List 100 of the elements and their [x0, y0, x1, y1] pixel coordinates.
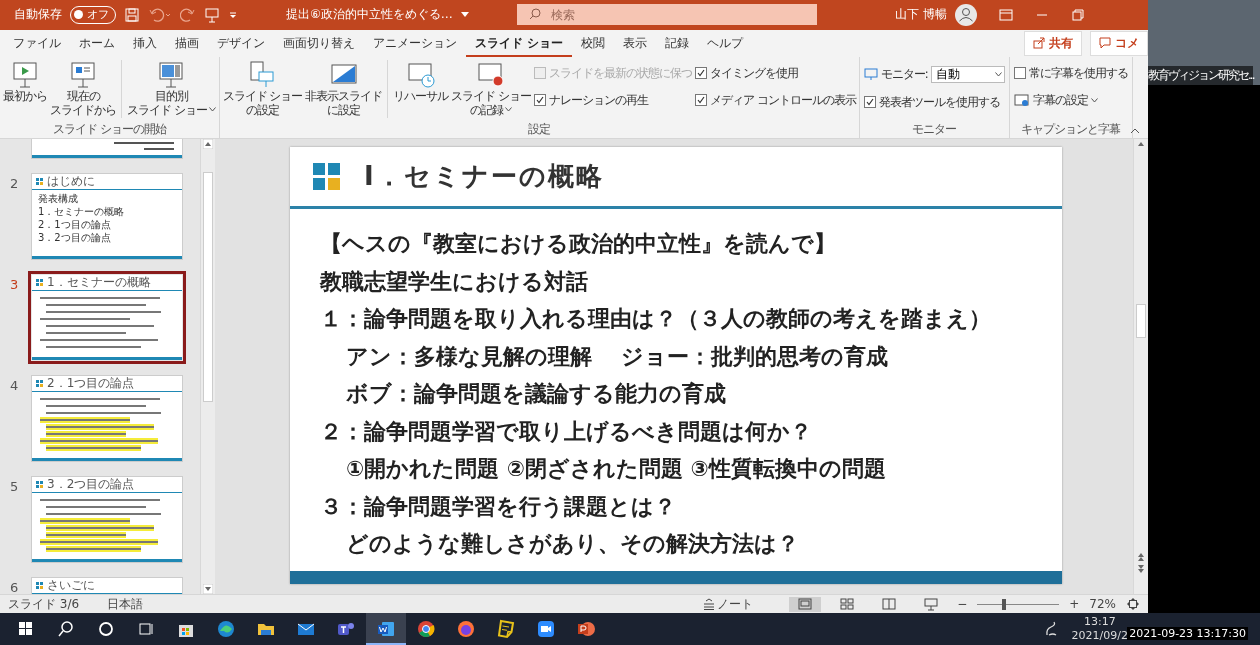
collapse-ribbon-icon[interactable] — [1130, 127, 1140, 134]
ribbon-button[interactable]: 最初から — [2, 59, 48, 122]
clock[interactable]: 13:17 2021/09/2 — [1071, 615, 1128, 643]
comment-icon — [1099, 37, 1111, 50]
customize-caret-icon[interactable] — [228, 9, 238, 20]
word-icon[interactable] — [366, 613, 406, 645]
slide-text: ①開かれた問題 ②閉ざされた問題 ③性質転換中の問題 — [345, 455, 887, 483]
slide-thumbnail[interactable]: 2．1つ目の論点 — [32, 376, 182, 461]
ribbon-button[interactable]: リハーサル — [392, 59, 450, 122]
checkbox-label: スライドを最新の状態に保つ — [548, 65, 692, 81]
ribbon-tab[interactable]: デザイン — [208, 29, 274, 57]
zoom-in-button[interactable]: + — [1069, 597, 1080, 611]
caret-icon — [505, 106, 513, 112]
ribbon-tab[interactable]: 画面切り替え — [274, 29, 364, 57]
group-label: モニター — [912, 122, 957, 138]
ribbon-tab[interactable]: 記録 — [656, 29, 699, 57]
avatar-icon[interactable] — [954, 3, 977, 26]
subtitle-settings-icon — [1013, 93, 1030, 107]
checkbox-label: メディア コントロールの表示 — [709, 92, 856, 108]
comment-button[interactable]: コメ — [1090, 30, 1148, 56]
fit-to-window-icon[interactable] — [1126, 597, 1140, 611]
participant-name: 教育ヴィジョン研究セ... — [1148, 66, 1254, 85]
slide-logo-icon — [36, 481, 43, 488]
play-current-slide-icon — [68, 59, 98, 88]
pen-icon[interactable] — [1043, 621, 1058, 637]
scrollbar-thumb[interactable] — [1136, 304, 1146, 338]
ribbon-tab[interactable]: ホーム — [70, 29, 124, 57]
checkbox[interactable] — [694, 67, 707, 80]
ribbon-display-icon[interactable] — [998, 8, 1013, 21]
ribbon-tab[interactable]: アニメーション — [364, 29, 466, 57]
slide-counter: スライド 3/6 — [8, 595, 80, 613]
caret-icon — [208, 106, 216, 112]
thumbnail-text: 1．セミナーの概略 — [38, 205, 126, 218]
caret-icon[interactable] — [460, 11, 469, 18]
group-label: 設定 — [528, 122, 551, 138]
slide-logo-icon — [36, 279, 43, 286]
checkbox[interactable] — [863, 96, 876, 109]
thumbnail-title: 2．1つ目の論点 — [47, 375, 135, 392]
save-icon[interactable] — [124, 6, 140, 23]
user-name: 山下 博暢 — [894, 6, 947, 24]
slide-number: 3 — [10, 276, 20, 292]
monitor-label: モニター: — [880, 66, 928, 82]
zoom-out-button[interactable]: − — [957, 597, 968, 611]
slide-number: 6 — [10, 579, 20, 594]
subtitle-settings-button[interactable]: 字幕の設定 — [1013, 92, 1128, 108]
slide-text: どのような難しさがあり、その解決方法は？ — [345, 530, 800, 558]
slide-text: ボブ：論争問題を議論する能力の育成 — [345, 380, 727, 408]
thumbnail-text: 3．2つ目の論点 — [38, 231, 112, 244]
presentation-icon[interactable] — [204, 6, 220, 23]
scroll-up-icon[interactable] — [203, 139, 213, 149]
slide-number: 5 — [10, 478, 20, 494]
next-slide-icon[interactable] — [1136, 564, 1146, 574]
ribbon-tab[interactable]: 挿入 — [124, 29, 166, 57]
share-icon — [1033, 37, 1045, 50]
slide-thumbnail[interactable]: さいごに — [32, 578, 182, 594]
checkbox[interactable] — [533, 94, 546, 107]
scroll-down-icon[interactable] — [203, 584, 213, 594]
thumbnail-text: 2．1つ目の論点 — [38, 218, 112, 231]
slide-thumbnail[interactable]: はじめに 発表構成 1．セミナーの概略 2．1つ目の論点 3．2つ目の論点 — [32, 174, 182, 259]
chevron-down-icon — [994, 71, 1002, 77]
previous-slide-icon[interactable] — [1136, 552, 1146, 562]
slide-number: 4 — [10, 377, 20, 393]
slide-logo-icon — [36, 582, 43, 589]
ribbon-tab[interactable]: ヘルプ — [698, 29, 753, 57]
normal-view-icon[interactable] — [789, 596, 822, 612]
group-label: キャプションと字幕 — [1021, 122, 1120, 138]
ribbon-button[interactable]: 目的別 スライド ショー — [126, 59, 217, 122]
ribbon-tab[interactable]: 校閲 — [572, 29, 615, 57]
share-button[interactable]: 共有 — [1024, 30, 1082, 56]
slide-text: 教職志望学生における対話 — [320, 267, 589, 296]
notes-button[interactable]: ノート — [697, 594, 760, 613]
ribbon-tab[interactable]: 描画 — [166, 29, 208, 57]
checkbox[interactable] — [1013, 67, 1026, 80]
slide-text: ２：論争問題学習で取り上げるべき問題は何か？ — [320, 417, 813, 446]
ribbon-button[interactable]: 非表示スライド に設定 — [304, 59, 384, 122]
checkbox[interactable] — [694, 94, 707, 107]
ribbon-button[interactable]: スライド ショー の記録 — [450, 59, 532, 122]
slide-thumbnail[interactable]: 3．2つ目の論点 — [32, 477, 182, 562]
ribbon-tab[interactable]: 表示 — [614, 29, 657, 57]
slide-number: 2 — [10, 175, 20, 191]
undo-icon[interactable] — [148, 6, 172, 23]
ribbon-button[interactable]: スライド ショー の設定 — [221, 59, 304, 122]
zoom-percent[interactable]: 72% — [1089, 597, 1116, 611]
document-title: 提出⑥政治的中立性をめぐる… — [286, 6, 453, 24]
slide-text: 【ヘスの『教室における政治的中立性』を読んで】 — [320, 230, 837, 258]
ribbon-tab[interactable]: ファイル — [4, 29, 70, 57]
ribbon-button[interactable]: 現在の スライドから — [49, 59, 117, 122]
play-from-start-icon — [10, 59, 40, 88]
checkbox-label: ナレーションの再生 — [548, 92, 648, 108]
scrollbar-thumb[interactable] — [203, 171, 213, 402]
thumbnail-title: 3．2つ目の論点 — [47, 476, 135, 493]
restore-icon[interactable] — [1070, 8, 1085, 21]
search-field[interactable]: 検索 — [516, 4, 817, 26]
recording-timestamp: 2021-09-23 13:17:30 — [1127, 627, 1248, 640]
checkbox-label: 常に字幕を使用する — [1028, 65, 1128, 81]
thumbnail-title: 1．セミナーの概略 — [47, 274, 151, 291]
autosave-label: 自動保存 — [14, 6, 62, 24]
slide-text: １：論争問題を取り入れる理由は？（３人の教師の考えを踏まえ） — [320, 305, 992, 333]
notes-icon — [703, 598, 716, 610]
monitor-dropdown[interactable]: 自動 — [930, 65, 1005, 83]
